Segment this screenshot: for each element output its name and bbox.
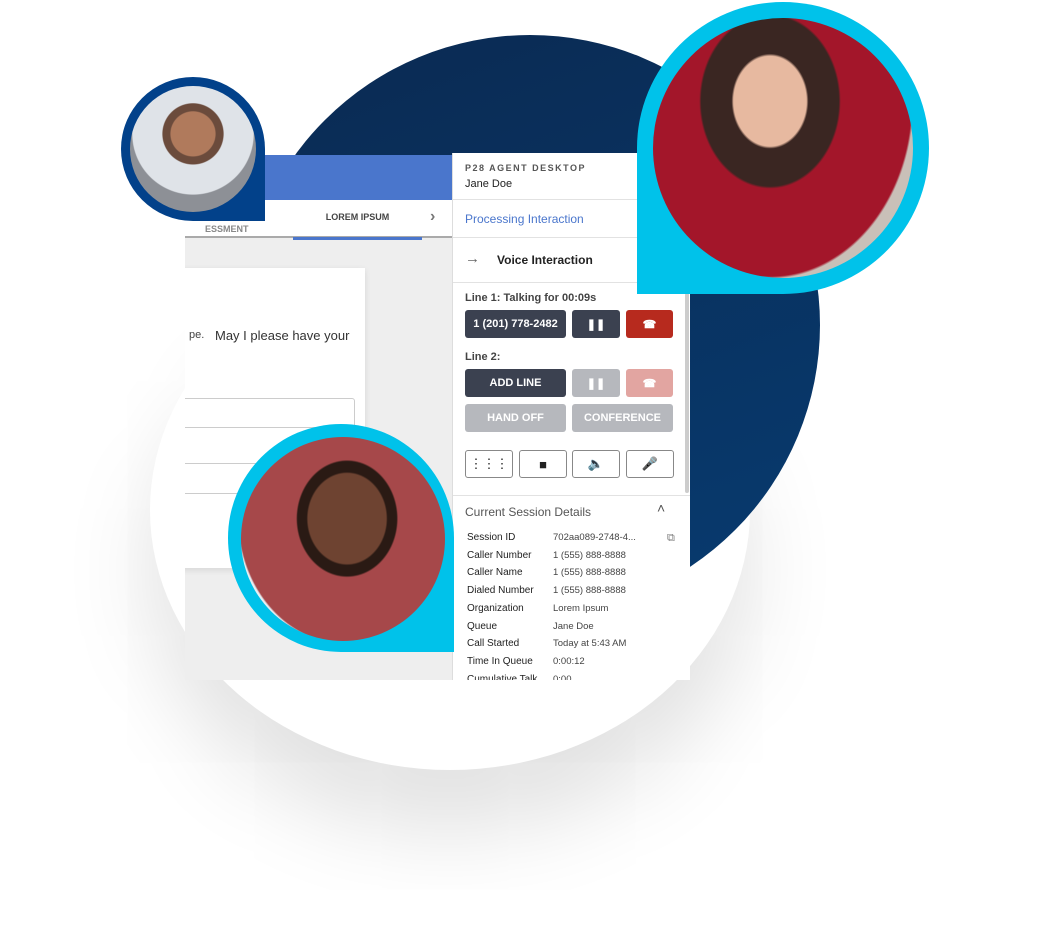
session-value: 1 (555) 888-8888 [553,585,626,597]
session-key: Cumulative Talk [467,673,538,680]
pause-icon[interactable]: ❚❚ [572,369,620,397]
chevron-up-icon[interactable]: ˄ [657,500,665,516]
session-key: Session ID [467,532,516,543]
interaction-type: Voice Interaction [497,253,593,267]
avatar-woman-top-photo [653,18,913,278]
session-row: Session ID 702aa089-2748-4... ⧉ [467,532,687,550]
line1-label: Line 1: Talking for 00:09s [465,292,597,304]
chevron-right-icon[interactable]: › [430,208,435,226]
conference-button[interactable]: CONFERENCE [572,404,673,432]
hang-up-icon[interactable]: ☎ [626,310,673,338]
session-row: Organization Lorem Ipsum [467,603,687,621]
session-value: Today at 5:43 AM [553,638,627,650]
session-key: Call Started [467,638,520,650]
pause-icon[interactable]: ❚❚ [572,310,620,338]
session-title: Current Session Details [465,505,592,519]
card-text: May I please have your [215,328,350,343]
session-row: Caller Name 1 (555) 888-8888 [467,567,687,585]
session-key: Dialed Number [467,585,534,597]
arrow-right-icon: → [465,250,480,267]
session-key: Caller Name [467,567,523,579]
session-key: Organization [467,602,524,614]
app-header-bar [262,155,452,200]
tab-assessment[interactable]: ESSMENT [205,224,249,234]
tab-lorem-ipsum[interactable]: LOREM IPSUM [293,212,422,240]
session-value: 702aa089-2748-4... [553,532,636,543]
add-line-button[interactable]: ADD LINE [465,369,566,397]
session-value: 1 (555) 888-8888 [553,567,626,579]
session-row: Cumulative Talk 0:00 [467,674,687,680]
session-value: 0:00:12 [553,655,585,667]
session-value: Lorem Ipsum [553,602,609,614]
session-details: Current Session Details ˄ Session ID 702a… [453,495,690,680]
app-title: P28 AGENT DESKTOP [465,163,587,173]
agent-name: Jane Doe [465,178,513,190]
session-value: Jane Doe [553,620,594,632]
line1-number-button[interactable]: 1 (201) 778-2482 [465,310,566,338]
session-row: Caller Number 1 (555) 888-8888 [467,550,687,568]
hand-off-button[interactable]: HAND OFF [465,404,566,432]
line2-label: Line 2: [465,351,501,363]
session-value: 1 (555) 888-8888 [553,549,626,561]
session-row: Dialed Number 1 (555) 888-8888 [467,585,687,603]
avatar-woman-bottom-photo [241,437,445,641]
hang-up-icon[interactable]: ☎ [626,369,673,397]
session-value: 0:00 [553,673,572,680]
status-link[interactable]: Processing Interaction [465,212,584,226]
dialpad-icon[interactable]: ⋮⋮⋮ [465,450,513,478]
scrollbar[interactable] [685,293,689,493]
session-row: Time In Queue 0:00:12 [467,656,687,674]
stop-icon[interactable]: ■ [519,450,567,478]
session-key: Queue [467,620,498,632]
card-text-partial: pe. [189,329,205,341]
copy-icon[interactable]: ⧉ [667,532,675,545]
session-key: Time In Queue [467,655,533,667]
session-row: Queue Jane Doe [467,621,687,639]
session-row: Call Started Today at 5:43 AM [467,638,687,656]
session-key: Caller Number [467,549,532,561]
microphone-icon[interactable]: 🎤 [626,450,674,478]
speaker-icon[interactable]: 🔈 [572,450,620,478]
avatar-man-photo [130,86,256,212]
